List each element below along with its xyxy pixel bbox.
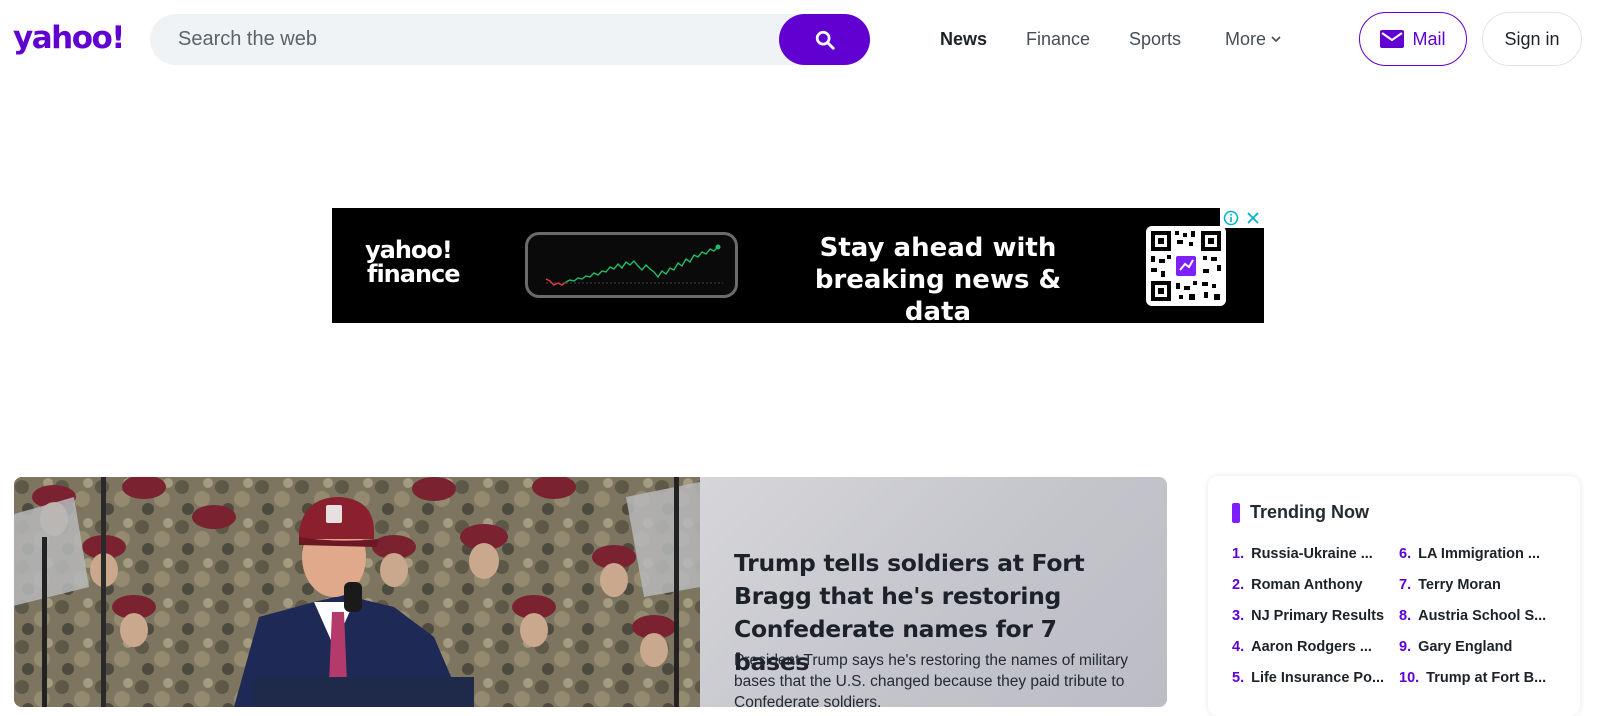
close-icon: [1247, 212, 1259, 224]
ad-close-button[interactable]: [1242, 208, 1264, 228]
search-button[interactable]: [779, 14, 870, 65]
hero-photo-graphic: [14, 477, 700, 707]
nav-sports[interactable]: Sports: [1129, 26, 1181, 52]
ad-banner[interactable]: yahoo! finance Stay ahead with breaking …: [332, 208, 1264, 323]
trending-column-left: 1. Russia-Ukraine ... 2. Roman Anthony 3. N…: [1232, 538, 1384, 693]
trending-label: Terry Moran: [1418, 576, 1501, 593]
trending-rank: 10.: [1399, 669, 1420, 686]
mail-button[interactable]: Mail: [1359, 12, 1467, 66]
trending-item[interactable]: 6. LA Immigration ...: [1399, 538, 1546, 569]
hero-image[interactable]: [14, 477, 700, 707]
trending-rank: 1.: [1232, 545, 1245, 562]
trending-rank: 6.: [1399, 545, 1412, 562]
chevron-down-icon: [1271, 36, 1281, 43]
ad-stock-chart-graphic: [525, 232, 738, 298]
ad-qr-code: [1146, 226, 1226, 306]
trending-item[interactable]: 8. Austria School S...: [1399, 600, 1546, 631]
trending-column-right: 6. LA Immigration ... 7. Terry Moran 8. Aus…: [1399, 538, 1546, 693]
trending-label: Russia-Ukraine ...: [1251, 545, 1373, 562]
trending-label: Life Insurance Po...: [1251, 669, 1385, 686]
trending-now-panel: Trending Now 1. Russia-Ukraine ... 2. Roma…: [1208, 476, 1580, 716]
trending-rank: 7.: [1399, 576, 1412, 593]
nav-more[interactable]: More: [1225, 26, 1281, 52]
sign-in-button[interactable]: Sign in: [1482, 12, 1582, 66]
ad-headline-line1: Stay ahead with: [819, 233, 1057, 263]
ad-chart-line: [545, 244, 723, 286]
ad-choices: [1220, 208, 1264, 228]
trending-rank: 9.: [1399, 638, 1412, 655]
trending-item[interactable]: 4. Aaron Rodgers ...: [1232, 631, 1384, 662]
nav-more-label: More: [1225, 29, 1267, 49]
trending-item[interactable]: 9. Gary England: [1399, 631, 1546, 662]
yahoo-logo[interactable]: yahoo!: [13, 18, 125, 58]
trending-item[interactable]: 2. Roman Anthony: [1232, 569, 1384, 600]
mail-icon: [1380, 30, 1405, 48]
hero-story[interactable]: Trump tells soldiers at Fort Bragg that …: [14, 477, 1167, 707]
ad-logo-line2: finance: [367, 260, 461, 288]
search-bar: [150, 14, 870, 65]
trending-item[interactable]: 7. Terry Moran: [1399, 569, 1546, 600]
trending-label: NJ Primary Results: [1251, 607, 1385, 624]
trending-label: Trump at Fort B...: [1426, 669, 1547, 686]
trending-title: Trending Now: [1250, 502, 1369, 522]
info-icon: [1223, 210, 1239, 226]
trending-rank: 4.: [1232, 638, 1245, 655]
trending-item[interactable]: 3. NJ Primary Results: [1232, 600, 1384, 631]
trending-accent-bar: [1232, 502, 1240, 523]
trending-label: Aaron Rodgers ...: [1251, 638, 1372, 655]
trending-item[interactable]: 5. Life Insurance Po...: [1232, 662, 1384, 693]
trending-label: Austria School S...: [1418, 607, 1547, 624]
nav-finance[interactable]: Finance: [1026, 26, 1090, 52]
trending-rank: 3.: [1232, 607, 1245, 624]
ad-headline: Stay ahead with breaking news & data: [778, 232, 1098, 323]
trending-item[interactable]: 10. Trump at Fort B...: [1399, 662, 1546, 693]
trending-label: LA Immigration ...: [1418, 545, 1541, 562]
nav-news[interactable]: News: [940, 26, 987, 52]
mail-label: Mail: [1412, 28, 1446, 49]
header: yahoo! News Finance Sports More Mail Sig…: [0, 0, 1600, 78]
search-input[interactable]: [178, 14, 758, 65]
trending-label: Roman Anthony: [1251, 576, 1363, 593]
qr-code-graphic: [1151, 231, 1221, 301]
trending-rank: 2.: [1232, 576, 1245, 593]
trending-header: Trending Now: [1232, 502, 1369, 523]
hero-summary: President Trump says he's restoring the …: [734, 652, 1129, 707]
trending-label: Gary England: [1418, 638, 1513, 655]
hero-text-panel: Trump tells soldiers at Fort Bragg that …: [700, 477, 1167, 707]
trending-rank: 8.: [1399, 607, 1412, 624]
ad-info-button[interactable]: [1220, 208, 1242, 228]
trending-item[interactable]: 1. Russia-Ukraine ...: [1232, 538, 1384, 569]
ad-headline-line2: breaking news & data: [814, 265, 1062, 323]
ad-yahoo-finance-logo: yahoo! finance: [365, 238, 461, 288]
trending-rank: 5.: [1232, 669, 1245, 686]
search-icon: [815, 30, 835, 50]
